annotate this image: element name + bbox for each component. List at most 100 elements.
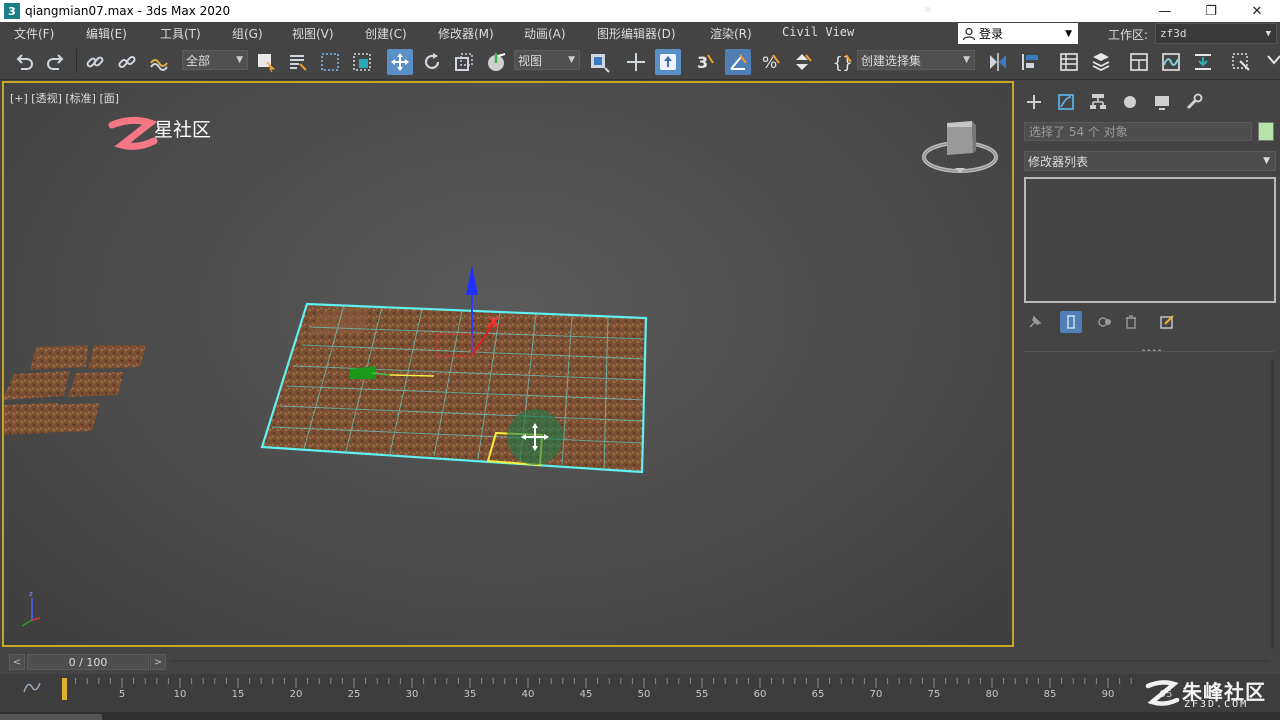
menu-group[interactable]: 组(G) <box>232 25 263 42</box>
restore-button[interactable]: ❐ <box>1188 0 1234 22</box>
selected-objects-field[interactable]: 选择了 54 个 对象 <box>1024 122 1252 141</box>
menu-tools[interactable]: 工具(T) <box>160 25 201 42</box>
ruler-label: 55 <box>696 689 709 700</box>
scene-explorer-icon[interactable] <box>1056 49 1082 75</box>
status-tab[interactable] <box>0 714 102 720</box>
menu-file[interactable]: 文件(F) <box>14 25 54 42</box>
viewcube-icon[interactable] <box>920 117 1000 177</box>
ruler-label: 15 <box>232 689 245 700</box>
redo-icon[interactable] <box>43 49 69 75</box>
remove-modifier-icon[interactable] <box>1120 311 1142 333</box>
current-frame-marker[interactable] <box>62 678 67 700</box>
place-object-icon[interactable] <box>483 49 509 75</box>
scene-canvas[interactable] <box>4 83 1014 647</box>
spinner-snap-toggle-icon[interactable] <box>789 49 815 75</box>
svg-text:{}: {} <box>833 53 852 72</box>
configure-modifier-sets-icon[interactable] <box>1156 311 1178 333</box>
time-slider-thumb[interactable]: 0 / 100 <box>27 654 149 670</box>
ruler-label: 90 <box>1102 689 1115 700</box>
mirror-icon[interactable] <box>985 49 1011 75</box>
object-color-swatch[interactable] <box>1258 122 1274 141</box>
link-icon[interactable] <box>82 49 108 75</box>
chevron-down-icon: ▼ <box>568 55 575 65</box>
menu-views[interactable]: 视图(V) <box>292 25 334 42</box>
pivot-center-icon[interactable] <box>586 49 612 75</box>
perspective-viewport[interactable]: [+] [透视] [标准] [面] 星社区 z <box>2 81 1014 647</box>
modify-tab-icon[interactable] <box>1053 89 1079 115</box>
mini-curve-editor-icon[interactable] <box>22 680 42 694</box>
menu-rendering[interactable]: 渲染(R) <box>710 25 752 42</box>
watermark-z-icon <box>1145 680 1180 706</box>
window-crossing-icon[interactable] <box>349 49 375 75</box>
login-dropdown[interactable]: 登录 ▼ <box>958 23 1078 44</box>
layer-explorer-icon[interactable] <box>1088 49 1114 75</box>
frame-ruler[interactable]: 05101520253035404550556065707580859095 <box>62 676 1272 706</box>
bind-space-warp-icon[interactable] <box>146 49 172 75</box>
menu-modifiers[interactable]: 修改器(M) <box>438 25 494 42</box>
motion-tab-icon[interactable] <box>1117 89 1143 115</box>
select-object-icon[interactable] <box>253 49 279 75</box>
make-unique-icon[interactable] <box>1094 311 1116 333</box>
modifier-stack[interactable] <box>1024 177 1276 303</box>
ruler-label: 30 <box>406 689 419 700</box>
schematic-view-icon[interactable] <box>1190 49 1216 75</box>
show-end-result-icon[interactable] <box>1060 311 1082 333</box>
menu-create[interactable]: 创建(C) <box>365 25 407 42</box>
select-by-name-icon[interactable] <box>285 49 311 75</box>
panel-scrollbar[interactable] <box>1271 359 1274 649</box>
menu-overflow-icon[interactable]: » <box>924 2 931 16</box>
close-button[interactable]: ✕ <box>1234 0 1280 22</box>
ruler-label: 85 <box>1044 689 1057 700</box>
reference-coord-dropdown[interactable]: 视图 ▼ <box>514 50 580 70</box>
material-editor-icon[interactable] <box>1228 49 1254 75</box>
ruler-label: 80 <box>986 689 999 700</box>
time-slider-prev-button[interactable]: < <box>9 654 25 670</box>
menu-edit[interactable]: 编辑(E) <box>86 25 127 42</box>
unlink-icon[interactable] <box>114 49 140 75</box>
ruler-label: 25 <box>348 689 361 700</box>
menu-civil-view[interactable]: Civil View <box>782 25 854 39</box>
select-and-rotate-icon[interactable] <box>419 49 445 75</box>
keyboard-shortcut-override-icon[interactable] <box>655 49 681 75</box>
create-tab-icon[interactable] <box>1021 89 1047 115</box>
rectangular-selection-icon[interactable] <box>317 49 343 75</box>
selection-filter-dropdown[interactable]: 全部 ▼ <box>182 50 248 70</box>
named-selection-set-dropdown[interactable]: 创建选择集 ▼ <box>857 50 975 70</box>
modifier-list-dropdown[interactable]: 修改器列表 ▼ <box>1024 151 1276 171</box>
ruler-label: 5 <box>119 689 125 700</box>
time-slider-track[interactable] <box>170 660 1270 662</box>
ruler-label: 60 <box>754 689 767 700</box>
edit-named-selection-sets-icon[interactable]: {} <box>829 49 855 75</box>
percent-snap-toggle-icon[interactable]: % <box>757 49 783 75</box>
utilities-tab-icon[interactable] <box>1181 89 1207 115</box>
snaps-toggle-icon[interactable]: 3 <box>691 49 717 75</box>
display-tab-icon[interactable] <box>1149 89 1175 115</box>
move-cursor-marker <box>507 409 563 465</box>
hierarchy-tab-icon[interactable] <box>1085 89 1111 115</box>
stack-toolbar <box>1024 311 1276 333</box>
curve-editor-icon[interactable] <box>1158 49 1184 75</box>
menu-bar: 文件(F) 编辑(E) 工具(T) 组(G) 视图(V) 创建(C) 修改器(M… <box>0 22 1280 44</box>
viewport-label[interactable]: [+] [透视] [标准] [面] <box>10 90 119 106</box>
ruler-label: 50 <box>638 689 651 700</box>
chevron-down-icon: ▼ <box>1065 28 1072 39</box>
pin-stack-icon[interactable] <box>1024 311 1046 333</box>
toggle-ribbon-icon[interactable] <box>1126 49 1152 75</box>
angle-snap-toggle-icon[interactable] <box>725 49 751 75</box>
workspace-dropdown[interactable]: zf3d ▼ <box>1155 23 1277 44</box>
tile-floor-grid[interactable] <box>260 302 648 474</box>
select-manipulate-icon[interactable] <box>623 49 649 75</box>
menu-graph-editors[interactable]: 图形编辑器(D) <box>597 25 676 42</box>
align-icon[interactable] <box>1018 49 1044 75</box>
minimize-button[interactable]: — <box>1142 0 1188 22</box>
menu-animation[interactable]: 动画(A) <box>524 25 566 42</box>
scattered-tiles[interactable] <box>4 345 146 435</box>
select-and-move-icon[interactable] <box>387 49 413 75</box>
modifier-list-label: 修改器列表 <box>1028 154 1089 169</box>
select-and-scale-icon[interactable] <box>451 49 477 75</box>
time-slider-next-button[interactable]: > <box>150 654 166 670</box>
named-selection-set-value: 创建选择集 <box>861 53 922 68</box>
render-setup-icon[interactable] <box>1260 49 1280 75</box>
panel-grip-icon[interactable]: •••• <box>1141 347 1162 357</box>
undo-icon[interactable] <box>11 49 37 75</box>
